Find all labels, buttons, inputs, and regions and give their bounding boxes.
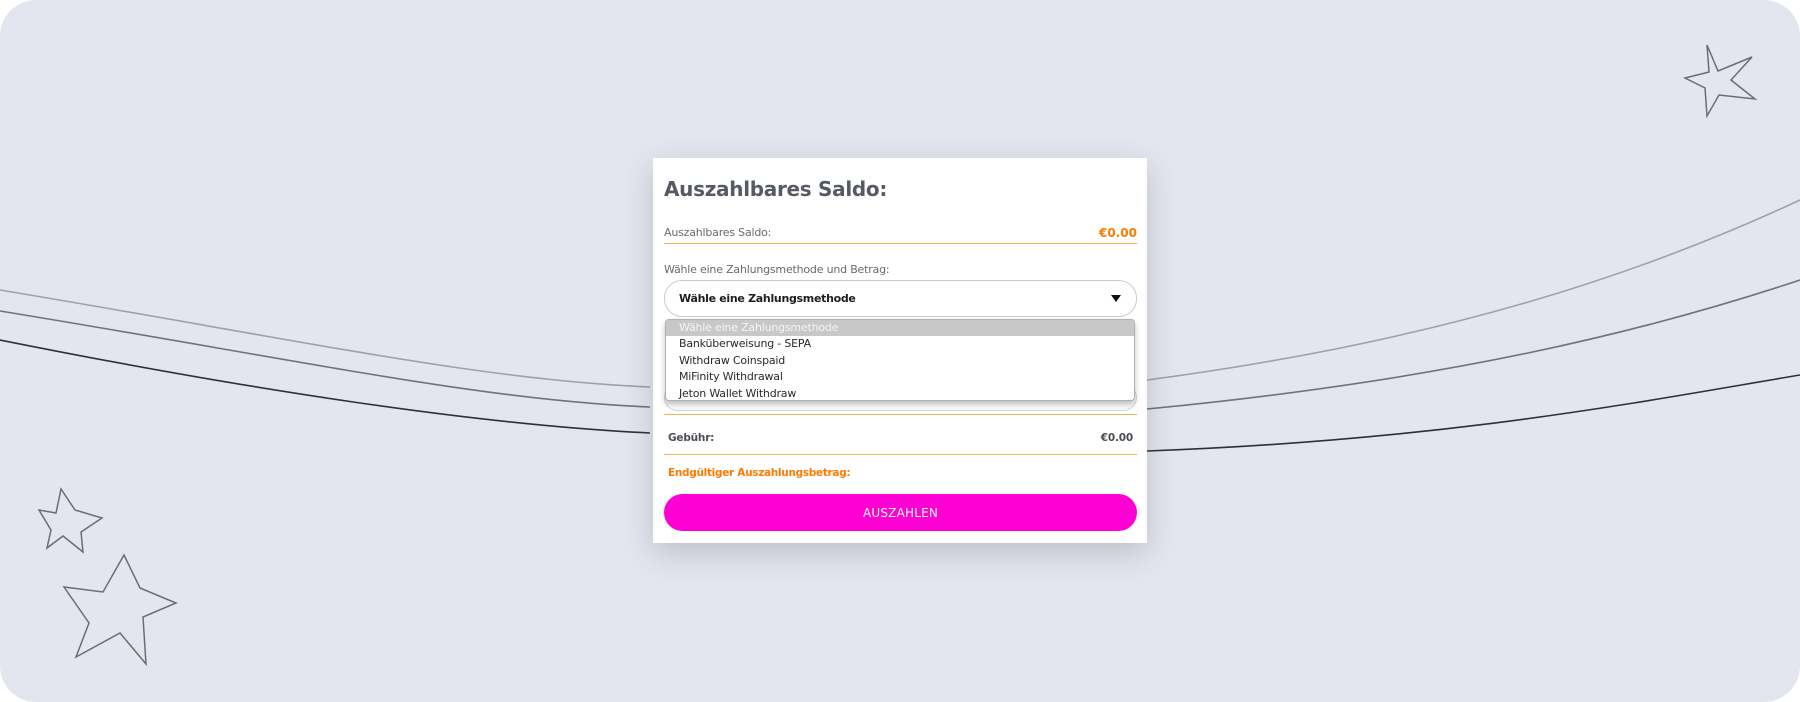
star-outline-icon [37,487,104,554]
withdraw-button[interactable]: AUSZAHLEN [664,494,1137,531]
divider [664,454,1137,455]
page-background: Auszahlbares Saldo: Auszahlbares Saldo: … [0,0,1800,702]
dropdown-option[interactable]: Banküberweisung - SEPA [666,336,1134,352]
fee-label: Gebühr: [668,432,715,444]
star-outline-icon [1682,44,1758,119]
payment-method-select[interactable]: Wähle eine Zahlungsmethode [664,280,1137,317]
balance-value: €0.00 [1099,225,1137,240]
dropdown-option[interactable]: Jeton Wallet Withdraw [666,386,1134,400]
star-outline-icon [62,553,178,667]
balance-row: Auszahlbares Saldo: €0.00 [664,222,1137,244]
payment-method-selected: Wähle eine Zahlungsmethode [679,292,856,305]
payment-method-label: Wähle eine Zahlungsmethode und Betrag: [664,263,890,276]
withdrawal-card: Auszahlbares Saldo: Auszahlbares Saldo: … [653,158,1147,543]
dropdown-option[interactable]: Withdraw Coinspaid [666,353,1134,369]
balance-label: Auszahlbares Saldo: [664,226,772,239]
dropdown-option[interactable]: Wähle eine Zahlungsmethode [666,320,1134,337]
dropdown-option[interactable]: MiFinity Withdrawal [666,369,1134,385]
caret-down-icon [1111,295,1121,302]
divider [664,414,1137,415]
card-title: Auszahlbares Saldo: [664,177,888,201]
fee-row: Gebühr: €0.00 [668,428,1133,448]
payment-method-dropdown: Wähle eine Zahlungsmethode Banküberweisu… [665,319,1135,401]
fee-value: €0.00 [1100,432,1133,444]
final-amount-label: Endgültiger Auszahlungsbetrag: [668,467,851,479]
